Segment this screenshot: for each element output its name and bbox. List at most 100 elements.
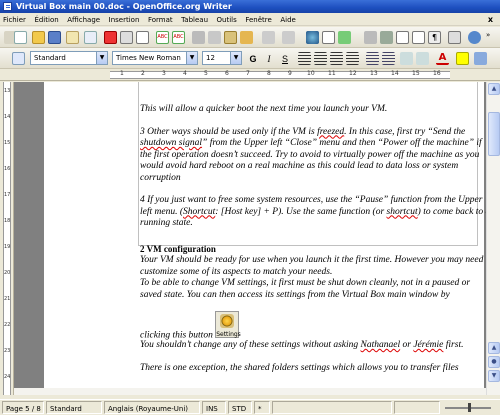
ruler-track	[110, 71, 450, 79]
menu-insertion[interactable]: Insertion	[106, 14, 143, 27]
ruler-number: 10	[307, 70, 315, 77]
show-draw-functions-icon[interactable]	[338, 31, 351, 44]
highlighting-icon[interactable]	[456, 52, 469, 65]
language-indicator[interactable]: Anglais (Royaume-Uni)	[104, 401, 200, 414]
copy-icon[interactable]	[208, 31, 221, 44]
spelling-error[interactable]: Jérémie	[413, 340, 443, 350]
navigation-dot-icon[interactable]: ●	[488, 356, 500, 368]
paragraph[interactable]: Your VM should be ready for use when you…	[140, 255, 486, 278]
section-heading[interactable]: 2 VM configuration	[140, 244, 486, 256]
menu-aide[interactable]: Aide	[277, 14, 298, 27]
data-sources-icon[interactable]	[412, 31, 425, 44]
menu-tableau[interactable]: Tableau	[178, 14, 211, 27]
paste-icon[interactable]	[224, 31, 237, 44]
print-icon[interactable]	[120, 31, 133, 44]
font-name-select[interactable]: Times New Roman ▼	[112, 51, 198, 65]
vertical-ruler[interactable]: 13 14 15 16 17 18 19 20 21 22 23 24	[0, 82, 14, 395]
formatting-toolbar: Standard ▼ Times New Roman ▼ 12 ▼ G I S …	[0, 48, 500, 69]
page-indicator[interactable]: Page 5 / 8	[2, 401, 44, 414]
underline-button[interactable]: S	[278, 52, 292, 66]
paragraph[interactable]: 3 Other ways should be used only if the …	[140, 127, 486, 185]
paragraph[interactable]: 4 If you just want to free some system r…	[140, 195, 486, 230]
scroll-up-icon[interactable]: ▲	[488, 83, 500, 95]
vertical-scrollbar[interactable]: ▲ ▲ ● ▼	[486, 82, 500, 395]
font-color-icon[interactable]: A	[436, 52, 449, 65]
spelling-error[interactable]: Nathanael	[361, 340, 401, 350]
spelling-error[interactable]: shortcut	[387, 207, 418, 217]
zoom-slider-knob[interactable]	[468, 403, 471, 412]
hyperlink-icon[interactable]	[306, 31, 319, 44]
bullets-icon[interactable]	[382, 52, 395, 65]
navigator-icon[interactable]	[380, 31, 393, 44]
menu-edition[interactable]: Édition	[31, 14, 61, 27]
chevron-down-icon[interactable]: ▼	[96, 52, 107, 64]
writer-app-icon[interactable]	[3, 2, 12, 11]
document-page[interactable]: This will allow a quicker boot the next …	[44, 82, 486, 395]
styles-formatting-icon[interactable]	[12, 52, 25, 65]
format-paintbrush-icon[interactable]	[240, 31, 253, 44]
paragraph[interactable]: You shouldn’t change any of these settin…	[140, 340, 486, 352]
undo-icon[interactable]	[262, 31, 275, 44]
autospellcheck-icon[interactable]: ABC	[172, 31, 185, 44]
close-document-button[interactable]: x	[485, 13, 496, 26]
decrease-indent-icon[interactable]	[400, 52, 413, 65]
page-preview-icon[interactable]	[136, 31, 149, 44]
paragraph[interactable]: clicking this button Settings	[140, 311, 486, 342]
insert-mode[interactable]: INS	[202, 401, 226, 414]
export-pdf-icon[interactable]	[104, 31, 117, 44]
text-run: : [Host key] + P). Use the same function…	[215, 206, 387, 217]
nonprinting-chars-icon[interactable]: ¶	[428, 31, 441, 44]
horizontal-ruler[interactable]: 1 2 3 4 5 6 7 8 9 10 11 12 13 14 15 16	[0, 69, 500, 81]
gallery-icon[interactable]	[396, 31, 409, 44]
zoom-icon[interactable]	[448, 31, 461, 44]
justify-icon[interactable]	[346, 52, 359, 65]
bold-button[interactable]: G	[246, 52, 260, 66]
page-style[interactable]: Standard	[46, 401, 102, 414]
spelling-error[interactable]: Shortcut	[183, 207, 215, 217]
email-document-icon[interactable]	[66, 31, 79, 44]
scroll-thumb[interactable]	[488, 112, 500, 156]
spellcheck-icon[interactable]: ABC	[156, 31, 169, 44]
menu-fenetre[interactable]: Fenêtre	[242, 14, 274, 27]
paragraph[interactable]: There is one exception, the shared folde…	[140, 363, 486, 375]
menu-outils[interactable]: Outils	[214, 14, 240, 27]
new-document-icon[interactable]	[14, 31, 27, 44]
scroll-down-icon[interactable]: ▼	[488, 370, 500, 382]
background-color-icon[interactable]	[474, 52, 487, 65]
redo-icon[interactable]	[282, 31, 295, 44]
ruler-number: 15	[412, 70, 420, 77]
settings-button-image[interactable]: Settings	[215, 311, 241, 338]
scroll-up-icon[interactable]: ▲	[488, 342, 500, 354]
numbering-icon[interactable]	[366, 52, 379, 65]
help-icon[interactable]	[468, 31, 481, 44]
cut-icon[interactable]	[192, 31, 205, 44]
spelling-error[interactable]: shutdown signal	[140, 138, 202, 148]
increase-indent-icon[interactable]	[416, 52, 429, 65]
menu-format[interactable]: Format	[145, 14, 176, 27]
view-layout-icons[interactable]	[394, 401, 440, 414]
font-size-select[interactable]: 12 ▼	[202, 51, 242, 65]
paragraph[interactable]: To be able to change VM settings, it fir…	[140, 278, 486, 301]
save-icon[interactable]	[48, 31, 61, 44]
horizontal-scrollbar[interactable]	[14, 388, 486, 395]
table-icon[interactable]	[322, 31, 335, 44]
align-left-icon[interactable]	[298, 52, 311, 65]
paragraph-style-value: Standard	[34, 54, 66, 62]
menu-fichier[interactable]: Fichier	[0, 14, 29, 27]
edit-file-icon[interactable]	[84, 31, 97, 44]
selection-mode[interactable]: STD	[228, 401, 252, 414]
document-text[interactable]: This will allow a quicker boot the next …	[140, 104, 486, 385]
vruler-number: 19	[4, 244, 11, 250]
italic-button[interactable]: I	[262, 52, 276, 66]
chevron-down-icon[interactable]: ▼	[186, 52, 197, 64]
chevron-down-icon[interactable]: ▼	[230, 52, 241, 64]
paragraph-style-select[interactable]: Standard ▼	[30, 51, 108, 65]
toolbar-overflow-icon[interactable]: »	[486, 31, 499, 44]
align-right-icon[interactable]	[330, 52, 343, 65]
spelling-error[interactable]: freezed	[317, 127, 344, 137]
find-replace-icon[interactable]	[364, 31, 377, 44]
paragraph[interactable]: This will allow a quicker boot the next …	[140, 104, 486, 116]
open-folder-icon[interactable]	[32, 31, 45, 44]
align-center-icon[interactable]	[314, 52, 327, 65]
menu-affichage[interactable]: Affichage	[64, 14, 103, 27]
